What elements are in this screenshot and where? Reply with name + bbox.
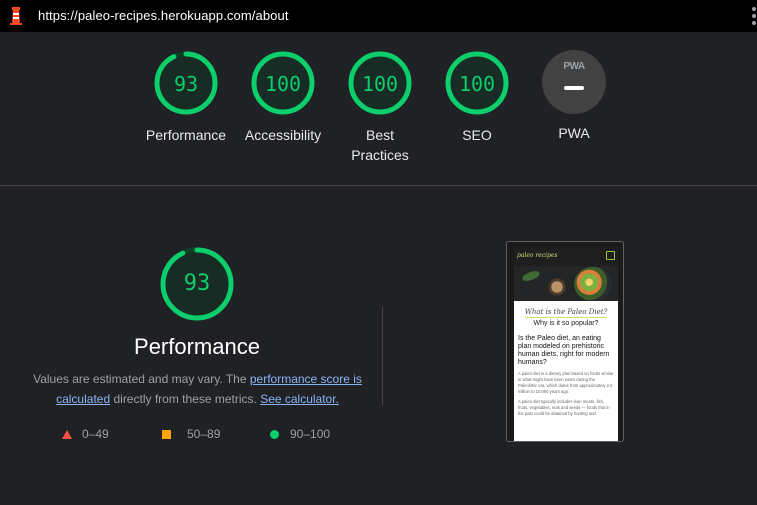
screenshot-question: Is the Paleo diet, an eating plan modele…: [518, 335, 610, 366]
circle-icon: [270, 429, 279, 439]
gauge-seo[interactable]: 100 SEO: [427, 50, 527, 145]
screenshot-hero-image: [514, 266, 618, 301]
food-plate-icon: [574, 267, 612, 301]
gauge-value: 100: [264, 72, 302, 96]
vertical-divider: [382, 307, 383, 405]
performance-gauge-large: 93: [158, 245, 236, 323]
screenshot-subheading: Why is it so popular?: [533, 320, 599, 327]
legend-range: 50–89: [187, 427, 221, 441]
pwa-badge-icon: PWA: [542, 50, 606, 114]
leaf-icon: [521, 269, 541, 283]
hamburger-icon: [606, 251, 615, 260]
gauge-best-practices[interactable]: 100 Best Practices: [330, 50, 430, 165]
legend-pass: 90–100: [270, 427, 330, 441]
kebab-menu-icon[interactable]: [751, 7, 757, 25]
section-divider: [0, 185, 757, 186]
pwa-badge-text: PWA: [563, 61, 585, 72]
final-screenshot-thumbnail[interactable]: paleo recipes What is the Paleo Diet? Wh…: [506, 241, 624, 442]
gauge-label: Accessibility: [244, 127, 322, 143]
desc-text: Values are estimated and may vary. The: [33, 372, 250, 386]
gauge-label: Best Practices: [351, 127, 409, 163]
see-calculator-link[interactable]: See calculator.: [260, 392, 339, 406]
browser-bar: https://paleo-recipes.herokuapp.com/abou…: [0, 0, 757, 32]
screenshot-heading-text: What is the Paleo Diet?: [524, 308, 608, 318]
gauge-performance[interactable]: 93 Performance: [136, 50, 236, 145]
lighthouse-icon: [10, 7, 22, 25]
gauge-accessibility[interactable]: 100 Accessibility: [233, 50, 333, 145]
screenshot-paragraph: A paleo diet typically includes lean mea…: [518, 399, 610, 416]
performance-description: Values are estimated and may vary. The p…: [30, 369, 365, 409]
gauge-label: Performance: [145, 127, 227, 143]
screenshot-heading: What is the Paleo Diet?: [514, 308, 618, 318]
food-bowl-icon: [546, 278, 568, 296]
legend-fail: 0–49: [62, 427, 109, 441]
pwa-dash-icon: [564, 86, 584, 90]
screenshot-brand: paleo recipes: [517, 252, 558, 259]
legend-average: 50–89: [162, 427, 220, 441]
performance-value: 93: [183, 271, 211, 296]
score-gauges: 93 Performance 100 Accessibility 100 Bes…: [0, 32, 757, 185]
desc-text: directly from these metrics.: [110, 392, 261, 406]
gauge-value: 93: [173, 72, 199, 96]
gauge-value: 100: [458, 72, 496, 96]
gauge-pwa[interactable]: PWA PWA: [524, 50, 624, 143]
url-text[interactable]: https://paleo-recipes.herokuapp.com/abou…: [38, 8, 289, 23]
screenshot-paragraph: A paleo diet is a dietary plan based on …: [518, 371, 614, 394]
gauge-label: PWA: [558, 125, 590, 141]
screenshot-header: paleo recipes: [514, 247, 618, 266]
legend-range: 0–49: [82, 427, 109, 441]
performance-title: Performance: [134, 334, 260, 359]
triangle-icon: [62, 429, 72, 439]
square-icon: [162, 429, 171, 439]
legend-range: 90–100: [290, 427, 331, 441]
gauge-label: SEO: [462, 127, 492, 143]
gauge-value: 100: [361, 72, 399, 96]
screenshot-page: paleo recipes What is the Paleo Diet? Wh…: [514, 247, 618, 441]
